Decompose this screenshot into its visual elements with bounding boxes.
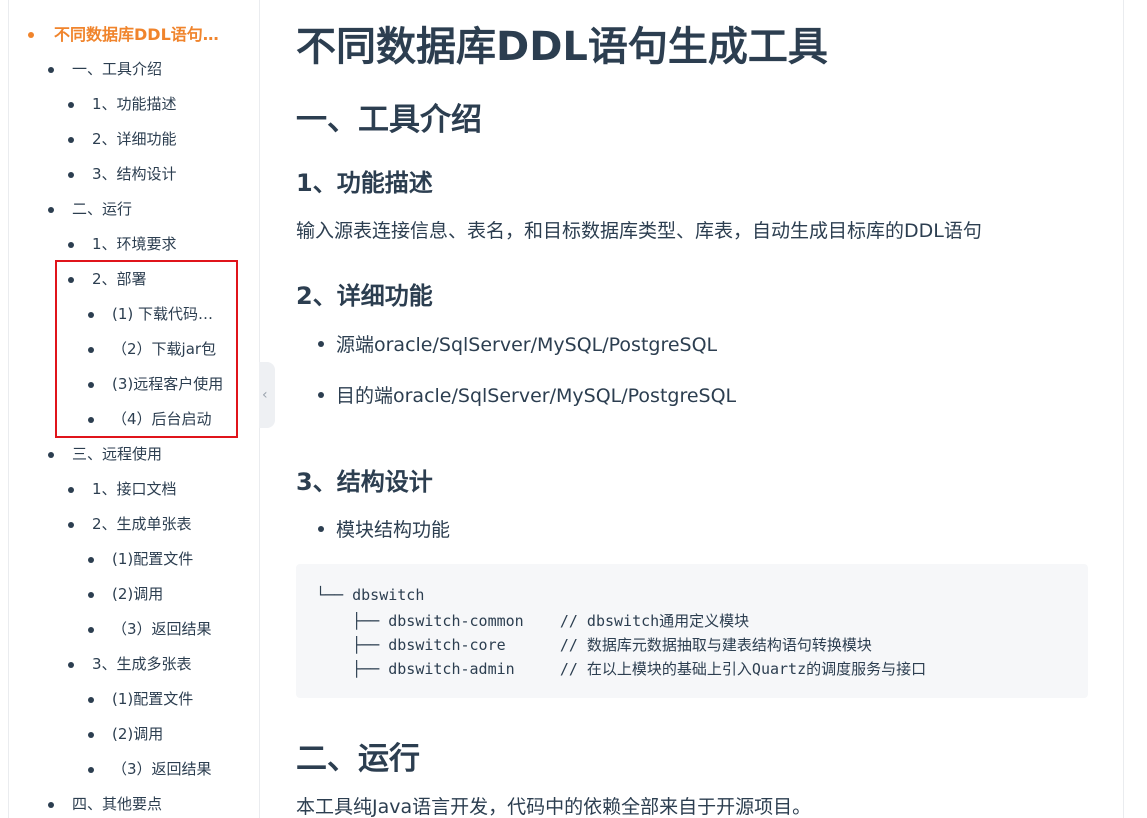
function-desc-paragraph: 输入源表连接信息、表名，和目标数据库类型、库表，自动生成目标库的DDL语句 (296, 220, 982, 242)
sidebar-collapse-button[interactable]: ‹ (259, 362, 275, 428)
bullet-icon (88, 557, 94, 563)
toc-item-config-file[interactable]: (1)配置文件 (88, 542, 228, 577)
code-block: └── dbswitch ├── dbswitch-common // dbsw… (296, 564, 1088, 698)
toc-item-result[interactable]: （3）返回结果 (88, 752, 228, 787)
toc-item-label: (2)调用 (112, 585, 164, 603)
code-line: ├── dbswitch-common // dbswitch通用定义模块 (316, 612, 750, 630)
toc-item-remote-use[interactable]: 三、远程使用 (48, 437, 238, 472)
bullet-icon (88, 732, 94, 738)
toc-item-other-points[interactable]: 四、其他要点 (48, 787, 238, 818)
toc-item-run[interactable]: 二、运行 (48, 192, 238, 227)
content-border-right (1123, 0, 1124, 818)
toc-item-config-file[interactable]: (1)配置文件 (88, 682, 228, 717)
toc-item-label: 三、远程使用 (72, 445, 163, 463)
bullet-icon (68, 242, 74, 248)
toc-item-label: (2)调用 (112, 725, 164, 743)
list-item: 模块结构功能 (317, 515, 450, 542)
bullet-icon (88, 767, 94, 773)
toc-item-api-docs[interactable]: 1、接口文档 (68, 472, 243, 507)
bullet-icon (68, 662, 74, 668)
bullet-icon (88, 592, 94, 598)
list-item: 源端oracle/SqlServer/MySQL/PostgreSQL (317, 330, 717, 357)
chevron-left-icon: ‹ (262, 387, 268, 403)
toc-item-label: 3、结构设计 (92, 165, 177, 183)
code-line: ├── dbswitch-admin // 在以上模块的基础上引入Quartz的… (316, 660, 927, 678)
toc-item-label: （3）返回结果 (112, 620, 212, 638)
toc-item-label: 1、功能描述 (92, 95, 177, 113)
toc-item-invoke[interactable]: (2)调用 (88, 717, 228, 752)
toc-item-label: 2、详细功能 (92, 130, 177, 148)
toc-item-label: 2、生成单张表 (92, 515, 192, 533)
bullet-icon (48, 802, 54, 808)
toc-item-tool-intro[interactable]: 一、工具介绍 (48, 52, 238, 87)
toc-item-function-desc[interactable]: 1、功能描述 (68, 87, 243, 122)
bullet-icon (68, 487, 74, 493)
toc-item-result[interactable]: （3）返回结果 (88, 612, 228, 647)
bullet-icon (48, 67, 54, 73)
toc-item-label: (1)配置文件 (112, 550, 194, 568)
subsection-heading-function-desc: 1、功能描述 (296, 169, 433, 197)
main-content: 不同数据库DDL语句生成工具 一、工具介绍 1、功能描述 输入源表连接信息、表名… (296, 0, 1096, 818)
toc-item-label: （3）返回结果 (112, 760, 212, 778)
bullet-icon (48, 452, 54, 458)
toc-item-label: 1、环境要求 (92, 235, 177, 253)
sidebar-toc: 不同数据库DDL语句生成工具 一、工具介绍 1、功能描述 2、详细功能 3、结构… (0, 0, 260, 818)
bullet-icon (48, 207, 54, 213)
bullet-icon (88, 627, 94, 633)
code-line: └── dbswitch (316, 586, 425, 604)
page-title: 不同数据库DDL语句生成工具 (296, 24, 828, 70)
toc-item-structure-design[interactable]: 3、结构设计 (68, 157, 243, 192)
section-heading-run: 二、运行 (296, 741, 420, 777)
run-paragraph: 本工具纯Java语言开发，代码中的依赖全部来自于开源项目。 (296, 796, 812, 818)
bullet-icon (68, 172, 74, 178)
toc-item-label: 3、生成多张表 (92, 655, 192, 673)
bullet-icon (68, 102, 74, 108)
section-heading-tool-intro: 一、工具介绍 (296, 102, 482, 138)
bullet-icon (68, 137, 74, 143)
toc-item-label: 四、其他要点 (72, 795, 163, 813)
subsection-heading-detail-features: 2、详细功能 (296, 282, 433, 310)
code-line: ├── dbswitch-core // 数据库元数据抽取与建表结构语句转换模块 (316, 636, 872, 654)
toc-item-env-requirements[interactable]: 1、环境要求 (68, 227, 243, 262)
toc-item-invoke[interactable]: (2)调用 (88, 577, 228, 612)
sidebar-border-left (8, 0, 9, 818)
toc-item-single-table[interactable]: 2、生成单张表 (68, 507, 243, 542)
toc-item-label: (1)配置文件 (112, 690, 194, 708)
toc-item-label: 二、运行 (72, 200, 133, 218)
list-item: 目的端oracle/SqlServer/MySQL/PostgreSQL (317, 381, 736, 408)
subsection-heading-structure-design: 3、结构设计 (296, 468, 433, 496)
toc-item-title[interactable]: 不同数据库DDL语句生成工具 (28, 17, 233, 52)
highlight-annotation-box (55, 260, 238, 438)
toc-item-label: 不同数据库DDL语句生成工具 (54, 25, 233, 44)
toc-item-label: 一、工具介绍 (72, 60, 163, 78)
toc-item-label: 1、接口文档 (92, 480, 177, 498)
toc-item-detail-features[interactable]: 2、详细功能 (68, 122, 243, 157)
bullet-icon (68, 522, 74, 528)
bullet-icon (28, 32, 34, 38)
toc-item-multi-table[interactable]: 3、生成多张表 (68, 647, 243, 682)
bullet-icon (88, 697, 94, 703)
